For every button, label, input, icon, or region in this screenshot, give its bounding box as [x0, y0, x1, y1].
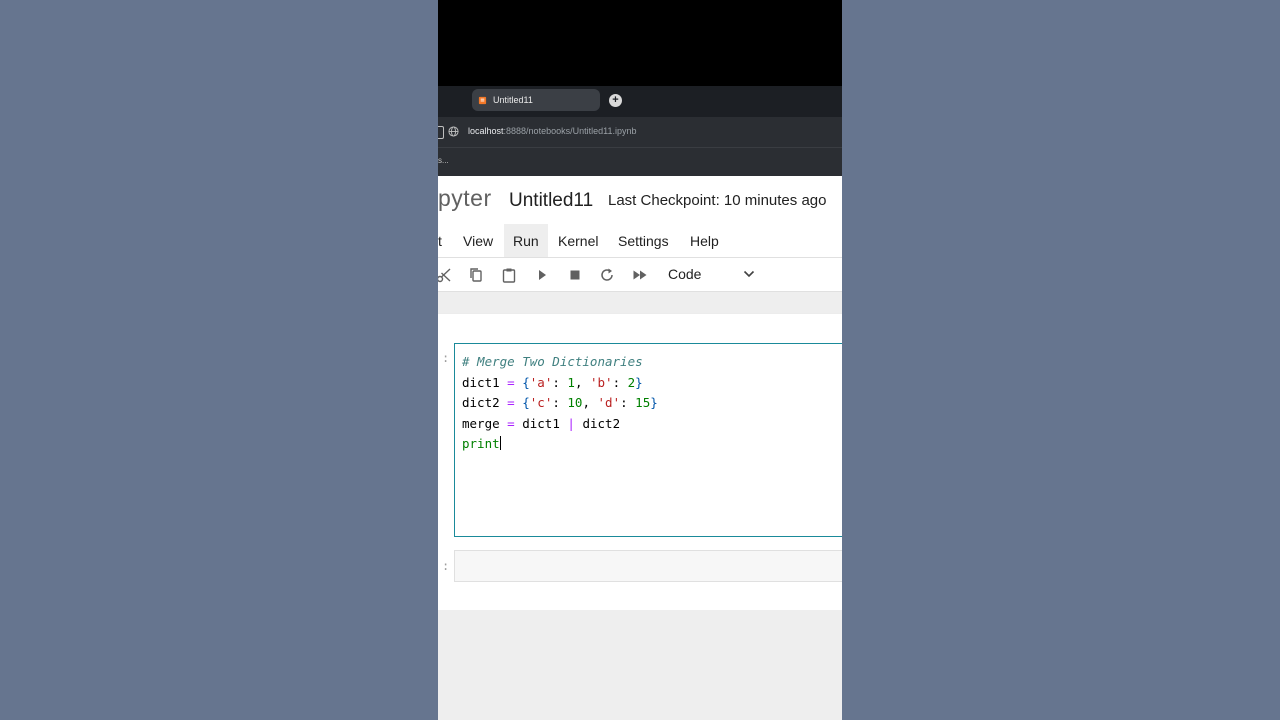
- fast-forward-icon[interactable]: [632, 267, 648, 283]
- restart-icon[interactable]: [599, 267, 615, 283]
- chevron-down-icon[interactable]: [743, 269, 755, 279]
- notebook-gap: [438, 292, 842, 314]
- cell-prompt: :: [442, 351, 450, 365]
- code-token: dict2: [582, 415, 621, 431]
- notebook-title[interactable]: Untitled11: [509, 190, 593, 212]
- code-token: :: [612, 374, 621, 390]
- menu-kernel[interactable]: Kernel: [550, 224, 606, 257]
- code-editor[interactable]: # Merge Two Dictionaries dict1 = {'a': 1…: [462, 352, 658, 455]
- globe-icon: [448, 126, 459, 137]
- menu-run[interactable]: Run: [504, 224, 548, 257]
- screen-recording: Untitled11 + localhost:8888/notebooks/Un…: [438, 0, 842, 720]
- code-brace: }: [635, 374, 643, 390]
- jupyter-header: pyter Untitled11 Last Checkpoint: 10 min…: [438, 176, 842, 225]
- code-string: 'a': [529, 374, 553, 390]
- code-token: merge: [462, 415, 500, 431]
- code-token: dict1: [462, 374, 500, 390]
- code-number: 1: [567, 374, 575, 390]
- cell-type-select[interactable]: Code: [668, 266, 701, 282]
- code-cell-active[interactable]: # Merge Two Dictionaries dict1 = {'a': 1…: [454, 343, 842, 537]
- code-comment: # Merge Two Dictionaries: [462, 354, 643, 369]
- browser-tab-title: Untitled11: [493, 95, 533, 105]
- code-operator: =: [507, 415, 515, 431]
- code-string: 'd': [597, 395, 621, 410]
- bookmark-item[interactable]: s...: [438, 156, 449, 165]
- cell-prompt-2: :: [442, 559, 450, 573]
- code-string: 'c': [529, 395, 553, 410]
- bookmarks-bar: s...: [438, 147, 842, 176]
- last-checkpoint: Last Checkpoint: 10 minutes ago: [608, 192, 827, 209]
- code-brace: {: [522, 395, 530, 410]
- browser-tab[interactable]: Untitled11: [472, 89, 600, 111]
- code-token: ,: [574, 374, 583, 390]
- code-operator: |: [567, 415, 575, 431]
- top-black-area: [438, 0, 842, 86]
- code-cell-empty[interactable]: [454, 550, 842, 582]
- notebook-panel: : # Merge Two Dictionaries dict1 = {'a':…: [438, 314, 842, 610]
- jupyter-logo[interactable]: pyter: [438, 185, 492, 212]
- code-brace: {: [522, 374, 530, 390]
- copy-icon[interactable]: [468, 267, 484, 283]
- run-icon[interactable]: [534, 267, 550, 283]
- url-path: :8888/notebooks/Untitled11.ipynb: [503, 126, 637, 136]
- code-token: :: [552, 374, 560, 390]
- stop-icon[interactable]: [567, 267, 583, 283]
- code-number: 10: [567, 395, 583, 410]
- menu-settings[interactable]: Settings: [610, 224, 677, 257]
- code-token: ,: [582, 395, 590, 410]
- page-background-lower: [438, 610, 842, 720]
- code-brace: }: [650, 395, 658, 410]
- code-token: dict2: [462, 395, 500, 410]
- menu-view[interactable]: View: [455, 224, 501, 257]
- menu-bar: t View Run Kernel Settings Help: [438, 224, 842, 258]
- code-token: dict1: [522, 415, 560, 431]
- new-tab-button[interactable]: +: [609, 94, 622, 107]
- url-host: localhost: [468, 126, 504, 136]
- code-builtin: print: [462, 436, 500, 451]
- code-operator: =: [507, 374, 515, 390]
- notebook-toolbar: Code: [438, 258, 842, 292]
- page-info-icon[interactable]: [438, 126, 444, 139]
- address-bar[interactable]: localhost:8888/notebooks/Untitled11.ipyn…: [438, 117, 842, 147]
- url-text[interactable]: localhost:8888/notebooks/Untitled11.ipyn…: [468, 126, 636, 136]
- browser-tab-bar: Untitled11 +: [438, 86, 842, 117]
- notebook-file-icon: [478, 96, 487, 104]
- menu-edit[interactable]: t: [438, 224, 446, 257]
- code-token: :: [620, 395, 628, 410]
- code-token: :: [552, 395, 560, 410]
- text-cursor: [499, 436, 501, 450]
- code-number: 15: [635, 395, 651, 410]
- menu-help[interactable]: Help: [682, 224, 727, 257]
- code-string: 'b': [590, 374, 613, 390]
- paste-icon[interactable]: [501, 267, 517, 283]
- code-operator: =: [507, 395, 515, 410]
- cut-icon[interactable]: [438, 267, 452, 283]
